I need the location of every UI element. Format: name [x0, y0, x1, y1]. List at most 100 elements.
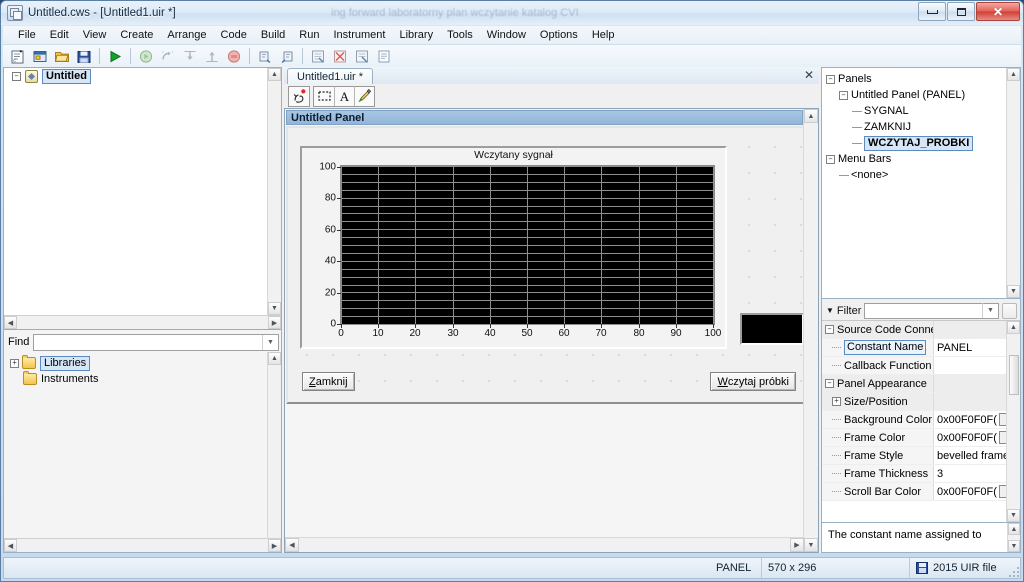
scroll-up-icon[interactable]: ▲ — [268, 352, 281, 365]
property-row[interactable]: –Source Code Connecti — [822, 321, 1007, 339]
workspace-vertical-scrollbar[interactable]: ▲ ▼ — [267, 68, 281, 315]
scroll-right-icon[interactable]: ▶ — [790, 538, 804, 552]
menu-create[interactable]: Create — [113, 27, 160, 43]
library-node-libraries[interactable]: + Libraries — [4, 355, 281, 371]
menu-instrument[interactable]: Instrument — [326, 27, 392, 43]
menu-window[interactable]: Window — [480, 27, 533, 43]
scroll-left-icon[interactable]: ◀ — [4, 539, 17, 552]
property-value-cell[interactable] — [934, 357, 1007, 374]
operate-tool-icon[interactable] — [289, 86, 309, 106]
libraries-expander[interactable]: + — [10, 358, 19, 368]
save-file-icon[interactable] — [74, 47, 94, 66]
scroll-up-icon[interactable]: ▲ — [268, 68, 281, 81]
library-vertical-scrollbar[interactable]: ▲ ▼ — [267, 352, 281, 552]
scroll-down-icon[interactable]: ▼ — [268, 302, 281, 315]
scroll-up-icon[interactable]: ▲ — [804, 109, 818, 123]
close-tab-icon[interactable]: ✕ — [804, 69, 814, 81]
filter-input[interactable]: ▼ — [864, 302, 999, 319]
label-tool-icon[interactable]: A — [334, 86, 354, 106]
menu-file[interactable]: File — [11, 27, 43, 43]
menu-view[interactable]: View — [76, 27, 114, 43]
wczytaj-probki-button[interactable]: Wczytaj próbki — [710, 372, 796, 391]
scroll-left-icon[interactable]: ◀ — [4, 316, 17, 329]
window-resize-grip[interactable] — [1007, 565, 1021, 579]
maximize-button[interactable] — [947, 2, 975, 21]
editor-horizontal-scrollbar[interactable]: ◀ ▶ — [285, 537, 804, 552]
property-value-cell[interactable]: bevelled frame — [934, 447, 1007, 464]
panels-tree-node[interactable]: SYGNAL — [822, 103, 1020, 119]
workspace-root-expander[interactable]: – — [12, 72, 21, 81]
property-row[interactable]: Background Color 0x00F0F0F( — [822, 411, 1007, 429]
menu-arrange[interactable]: Arrange — [160, 27, 213, 43]
workspace-horizontal-scrollbar[interactable]: ◀ ▶ — [4, 315, 281, 329]
panels-tree-vertical-scrollbar[interactable]: ▲ ▼ — [1006, 68, 1020, 298]
property-row[interactable]: + Size/Position — [822, 393, 1007, 411]
property-group-expander[interactable]: – — [825, 325, 834, 334]
menu-code[interactable]: Code — [214, 27, 254, 43]
scroll-left-icon[interactable]: ◀ — [285, 538, 299, 552]
panels-tree-node[interactable]: – Untitled Panel (PANEL) — [822, 87, 1020, 103]
select-tool-icon[interactable] — [314, 86, 334, 106]
property-row[interactable]: Constant Name PANEL — [822, 339, 1007, 357]
designed-panel-titlebar[interactable]: Untitled Panel — [286, 110, 803, 125]
property-value-cell[interactable] — [934, 375, 1007, 392]
library-node-instruments[interactable]: Instruments — [4, 371, 281, 387]
scroll-down-icon[interactable]: ▼ — [1007, 509, 1020, 522]
find-input[interactable]: ▼ — [33, 333, 279, 351]
menu-run[interactable]: Run — [292, 27, 326, 43]
panels-tree-node[interactable]: ZAMKNIJ — [822, 119, 1020, 135]
panels-tree-node[interactable]: – Menu Bars — [822, 151, 1020, 167]
color-tool-icon[interactable] — [354, 86, 374, 106]
designed-panel[interactable]: Wczytany sygnał 0 10 20 30 40 50 60 70 80 90 100 0 2… — [286, 126, 806, 404]
menu-options[interactable]: Options — [533, 27, 585, 43]
help-vertical-scrollbar[interactable]: ▲ ▼ — [1007, 523, 1020, 552]
tree-node-expander[interactable]: – — [826, 154, 835, 164]
property-value-cell[interactable] — [934, 321, 1007, 338]
panels-tree-panel[interactable]: – Panels – Untitled Panel (PANEL) SYGNAL ZAMK… — [821, 67, 1021, 299]
close-button[interactable]: ✕ — [976, 2, 1020, 21]
workspace-root-label[interactable]: Untitled — [42, 68, 91, 84]
scroll-down-icon[interactable]: ▼ — [804, 538, 818, 552]
graph-control[interactable]: Wczytany sygnał 0 10 20 30 40 50 60 70 80 90 100 0 2… — [300, 146, 727, 349]
graph-plot-area[interactable]: 0 10 20 30 40 50 60 70 80 90 100 0 20 40 60 80 100 — [319, 162, 721, 340]
new-source-file-icon[interactable]: c — [8, 47, 28, 66]
find-next-icon[interactable] — [277, 47, 297, 66]
tab-untitled1-uir[interactable]: Untitled1.uir * — [287, 68, 374, 84]
scroll-up-icon[interactable]: ▲ — [1007, 68, 1020, 81]
find-previous-icon[interactable] — [255, 47, 275, 66]
property-group-expander[interactable]: + — [832, 397, 841, 406]
filter-options-button[interactable] — [1002, 302, 1017, 319]
scroll-up-icon[interactable]: ▲ — [1007, 321, 1020, 334]
scroll-down-icon[interactable]: ▼ — [1008, 540, 1020, 552]
property-grid[interactable]: –Source Code ConnectiConstant NamePANELC… — [822, 320, 1020, 522]
property-row[interactable]: Callback Function — [822, 357, 1007, 375]
menu-help[interactable]: Help — [585, 27, 622, 43]
property-row[interactable]: Scroll Bar Color 0x00F0F0F( — [822, 483, 1007, 501]
run-project-icon[interactable] — [105, 47, 125, 66]
property-value-cell[interactable] — [934, 393, 1007, 410]
scroll-right-icon[interactable]: ▶ — [268, 316, 281, 329]
panels-tree-node[interactable]: – Panels — [822, 71, 1020, 87]
tree-node-expander[interactable]: – — [839, 90, 848, 100]
property-group-expander[interactable]: – — [825, 379, 834, 388]
editor-canvas[interactable]: Untitled Panel Wczytany sygnał 0 10 20 30 40… — [284, 108, 819, 553]
property-row[interactable]: Frame Color 0x00F0F0F( — [822, 429, 1007, 447]
tree-node-expander[interactable]: – — [826, 74, 835, 84]
property-value-cell[interactable]: 0x00F0F0F( — [934, 429, 1007, 446]
panels-tree-node[interactable]: WCZYTAJ_PROBKI — [822, 135, 1020, 151]
editor-vertical-scrollbar[interactable]: ▲ ▼ — [803, 109, 818, 552]
scroll-down-icon[interactable]: ▼ — [1007, 285, 1020, 298]
property-value-cell[interactable]: 3 — [934, 465, 1007, 482]
property-row[interactable]: – Panel Appearance — [822, 375, 1007, 393]
scroll-up-icon[interactable]: ▲ — [1008, 523, 1020, 535]
graph-legend-box[interactable] — [740, 313, 804, 345]
menu-build[interactable]: Build — [254, 27, 292, 43]
workspace-tree[interactable]: – Untitled ▲ ▼ — [4, 68, 281, 315]
library-horizontal-scrollbar[interactable]: ◀ ▶ — [4, 538, 281, 552]
property-row[interactable]: Frame Style bevelled frame — [822, 447, 1007, 465]
menu-tools[interactable]: Tools — [440, 27, 480, 43]
property-value-cell[interactable]: PANEL — [934, 339, 1007, 356]
scroll-right-icon[interactable]: ▶ — [268, 539, 281, 552]
property-value-cell[interactable]: 0x00F0F0F( — [934, 483, 1007, 500]
menu-edit[interactable]: Edit — [43, 27, 76, 43]
